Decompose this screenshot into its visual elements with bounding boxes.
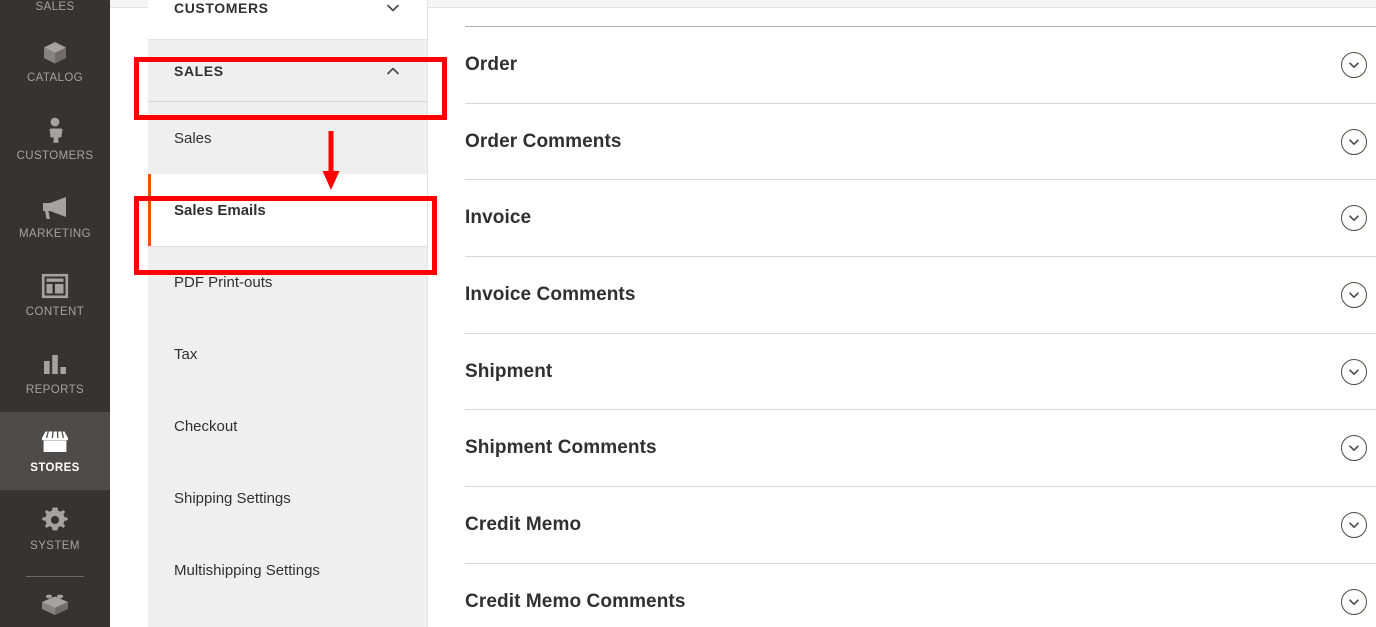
chevron-up-icon	[385, 63, 401, 79]
main-content: Order Order Comments Invoice Invoice Com…	[428, 8, 1376, 627]
chevron-down-icon	[385, 0, 401, 16]
subnav-section-customers[interactable]: CUSTOMERS	[148, 0, 427, 40]
chevron-down-circle-icon[interactable]	[1341, 589, 1367, 616]
subnav-item-tax[interactable]: Tax	[148, 318, 427, 390]
extensions-block-icon	[38, 590, 72, 620]
subnav-item-label: Sales Emails	[174, 201, 266, 219]
accordion-section-shipment[interactable]: Shipment	[465, 334, 1376, 411]
app-root: SALES CATALOG CUSTOMERS MARKETING CONTEN…	[0, 0, 1376, 627]
sidebar-item-label: CONTENT	[25, 306, 85, 318]
accordion-section-invoice-comments[interactable]: Invoice Comments	[465, 257, 1376, 334]
subnav-section-title: CUSTOMERS	[174, 0, 269, 16]
subnav-item-label: PDF Print-outs	[174, 273, 273, 291]
secondary-nav-panel: CUSTOMERS SALES Sales Sales Emails PDF P…	[148, 0, 428, 627]
subnav-item-sales[interactable]: Sales	[148, 102, 427, 174]
sidebar-item-reports[interactable]: REPORTS	[0, 334, 110, 412]
catalog-box-icon	[38, 37, 72, 67]
accordion-section-shipment-comments[interactable]: Shipment Comments	[465, 410, 1376, 488]
subnav-item-label: Checkout	[174, 417, 238, 435]
accordion-title: Invoice Comments	[465, 283, 636, 305]
chevron-down-circle-icon[interactable]	[1341, 435, 1367, 462]
accordion-title: Shipment Comments	[465, 437, 657, 459]
chevron-down-circle-icon[interactable]	[1341, 281, 1367, 308]
accordion-section-invoice[interactable]: Invoice	[465, 180, 1376, 258]
accordion-section-order-comments[interactable]: Order Comments	[465, 104, 1376, 181]
stores-storefront-icon	[38, 427, 72, 457]
subnav-item-label: Multishipping Settings	[174, 561, 320, 579]
accordion-title: Invoice	[465, 207, 532, 229]
sidebar-item-label: CATALOG	[26, 72, 84, 84]
accordion-title: Credit Memo Comments	[465, 591, 686, 613]
accordion-section-credit-memo[interactable]: Credit Memo	[465, 487, 1376, 564]
chevron-down-circle-icon[interactable]	[1341, 205, 1367, 232]
accordion-title: Order Comments	[465, 130, 622, 152]
subnav-item-checkout[interactable]: Checkout	[148, 390, 427, 462]
sidebar-item-label: CUSTOMERS	[16, 150, 94, 162]
subnav-section-sales[interactable]: SALES	[148, 40, 427, 102]
accordion-section-order[interactable]: Order	[465, 27, 1376, 104]
sidebar-item-marketing[interactable]: MARKETING	[0, 178, 110, 256]
content-layout-icon	[38, 271, 72, 301]
subnav-item-label: Shipping Settings	[174, 489, 291, 507]
marketing-megaphone-icon	[38, 193, 72, 223]
accordion-title: Order	[465, 53, 518, 75]
subnav-item-sales-emails[interactable]: Sales Emails	[148, 174, 427, 246]
sidebar-item-label: SALES	[35, 1, 75, 13]
accordion-section-credit-memo-comments[interactable]: Credit Memo Comments	[465, 564, 1376, 627]
subnav-item-shipping-settings[interactable]: Shipping Settings	[148, 462, 427, 534]
reports-bar-chart-icon	[38, 349, 72, 379]
customers-person-icon	[38, 115, 72, 145]
accordion-title: Shipment	[465, 360, 553, 382]
sidebar-item-label: REPORTS	[25, 384, 85, 396]
sidebar-item-system[interactable]: SYSTEM	[0, 490, 110, 568]
subnav-item-pdf-print-outs[interactable]: PDF Print-outs	[148, 246, 427, 318]
chevron-down-circle-icon[interactable]	[1341, 358, 1367, 385]
accordion-title: Credit Memo	[465, 513, 582, 535]
sidebar-item-label: SYSTEM	[30, 540, 80, 552]
system-gear-icon	[38, 505, 72, 535]
subnav-section-title: SALES	[174, 62, 224, 79]
subnav-item-multishipping-settings[interactable]: Multishipping Settings	[148, 534, 427, 606]
chevron-down-circle-icon[interactable]	[1341, 128, 1367, 155]
sidebar-item-label: MARKETING	[19, 228, 91, 240]
sidebar-item-catalog[interactable]: CATALOG	[0, 22, 110, 100]
sidebar-item-customers[interactable]: CUSTOMERS	[0, 100, 110, 178]
accordion-list: Order Order Comments Invoice Invoice Com…	[428, 26, 1376, 627]
chevron-down-circle-icon[interactable]	[1341, 511, 1367, 538]
sidebar-item-content[interactable]: CONTENT	[0, 256, 110, 334]
chevron-down-circle-icon[interactable]	[1341, 51, 1367, 78]
subnav-item-label: Tax	[174, 345, 198, 363]
primary-sidebar: SALES CATALOG CUSTOMERS MARKETING CONTEN…	[0, 0, 110, 627]
sidebar-item-extensions[interactable]	[0, 577, 110, 627]
subnav-item-label: Sales	[174, 129, 212, 147]
sidebar-item-stores[interactable]: STORES	[0, 412, 110, 490]
sidebar-item-sales[interactable]: SALES	[0, 0, 110, 22]
sidebar-item-label: STORES	[30, 462, 80, 474]
